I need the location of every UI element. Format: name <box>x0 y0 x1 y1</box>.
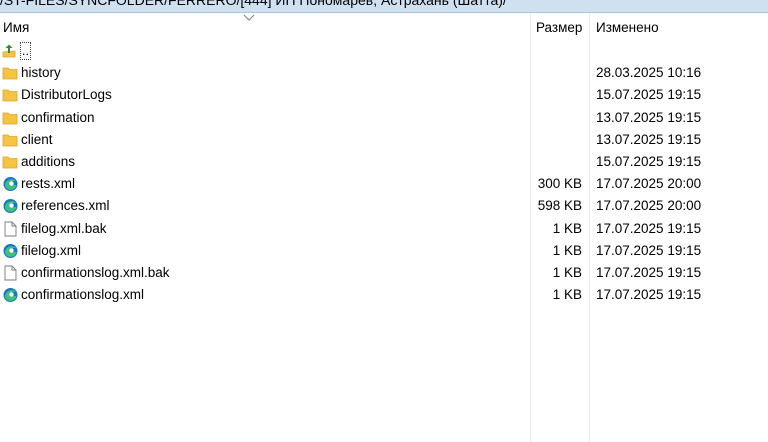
file-row[interactable]: filelog.xml 1 KB 17.07.2025 19:15 <box>0 240 768 262</box>
folder-icon <box>2 89 18 102</box>
file-size: 1 KB <box>552 287 582 303</box>
file-name: DistributorLogs <box>21 87 112 103</box>
file-row[interactable]: client 13.07.2025 19:15 <box>0 129 768 151</box>
file-name: references.xml <box>21 198 110 214</box>
file-size: 1 KB <box>552 220 582 236</box>
file-modified: 17.07.2025 19:15 <box>596 242 702 258</box>
file-row[interactable]: additions 15.07.2025 19:15 <box>0 151 768 173</box>
file-name: filelog.xml <box>21 242 82 258</box>
file-row[interactable]: rests.xml 300 KB 17.07.2025 20:00 <box>0 173 768 195</box>
folder-icon <box>2 112 18 124</box>
folder-icon <box>2 134 18 147</box>
file-modified: 28.03.2025 10:16 <box>596 65 702 81</box>
file-icon <box>4 265 17 281</box>
file-name: confirmation <box>21 109 95 125</box>
edge-xml-icon <box>3 199 18 214</box>
file-row[interactable]: confirmationslog.xml.bak 1 KB 17.07.2025… <box>0 262 768 284</box>
file-modified: 17.07.2025 19:15 <box>596 287 702 303</box>
file-size: 598 KB <box>537 198 582 214</box>
file-name: client <box>21 131 53 147</box>
file-row[interactable]: DistributorLogs 15.07.2025 19:15 <box>0 84 768 106</box>
file-size: 1 KB <box>552 242 582 258</box>
file-size: 1 KB <box>552 264 582 280</box>
path-text: /ST-FILES/SYNCFOLDER/FERRERO/[444] ИП По… <box>0 0 507 8</box>
file-row[interactable]: confirmationslog.xml 1 KB 17.07.2025 19:… <box>0 284 768 306</box>
parent-directory-row[interactable]: .. <box>0 40 768 62</box>
file-modified: 17.07.2025 20:00 <box>596 198 702 214</box>
file-modified: 17.07.2025 20:00 <box>596 176 702 192</box>
file-modified: 13.07.2025 19:15 <box>596 109 702 125</box>
column-modified-header[interactable]: Изменено <box>596 13 756 43</box>
file-size: 300 KB <box>537 176 582 192</box>
column-size-header[interactable]: Размер <box>536 13 586 43</box>
parent-folder-icon <box>2 44 16 58</box>
file-name: additions <box>21 153 76 169</box>
file-row[interactable]: confirmation 13.07.2025 19:15 <box>0 107 768 129</box>
file-name: confirmationslog.xml.bak <box>21 264 170 280</box>
file-name: history <box>21 65 61 81</box>
file-modified: 17.07.2025 19:15 <box>596 264 702 280</box>
file-modified: 17.07.2025 19:15 <box>596 220 702 236</box>
file-icon <box>4 221 17 236</box>
file-name: filelog.xml.bak <box>21 220 107 236</box>
path-bar[interactable]: /ST-FILES/SYNCFOLDER/FERRERO/[444] ИП По… <box>0 0 768 13</box>
file-row[interactable]: history 28.03.2025 10:16 <box>0 62 768 84</box>
file-modified: 13.07.2025 19:15 <box>596 131 702 147</box>
file-row[interactable]: filelog.xml.bak 1 KB 17.07.2025 19:15 <box>0 218 768 240</box>
file-name: rests.xml <box>21 176 75 192</box>
folder-icon <box>2 156 18 169</box>
file-row[interactable]: references.xml 598 KB 17.07.2025 20:00 <box>0 195 768 217</box>
file-name: confirmationslog.xml <box>21 287 145 303</box>
file-list: .. history 28.03.2025 10:16 DistributorL… <box>0 40 768 306</box>
file-modified: 15.07.2025 19:15 <box>596 87 702 103</box>
folder-icon <box>2 67 18 80</box>
edge-xml-icon <box>3 288 18 303</box>
parent-dir-label: .. <box>20 42 31 60</box>
column-header: Имя Размер Изменено <box>0 13 768 43</box>
column-name-header[interactable]: Имя <box>3 13 523 43</box>
file-modified: 15.07.2025 19:15 <box>596 153 702 169</box>
edge-xml-icon <box>3 177 18 192</box>
edge-xml-icon <box>3 243 18 258</box>
